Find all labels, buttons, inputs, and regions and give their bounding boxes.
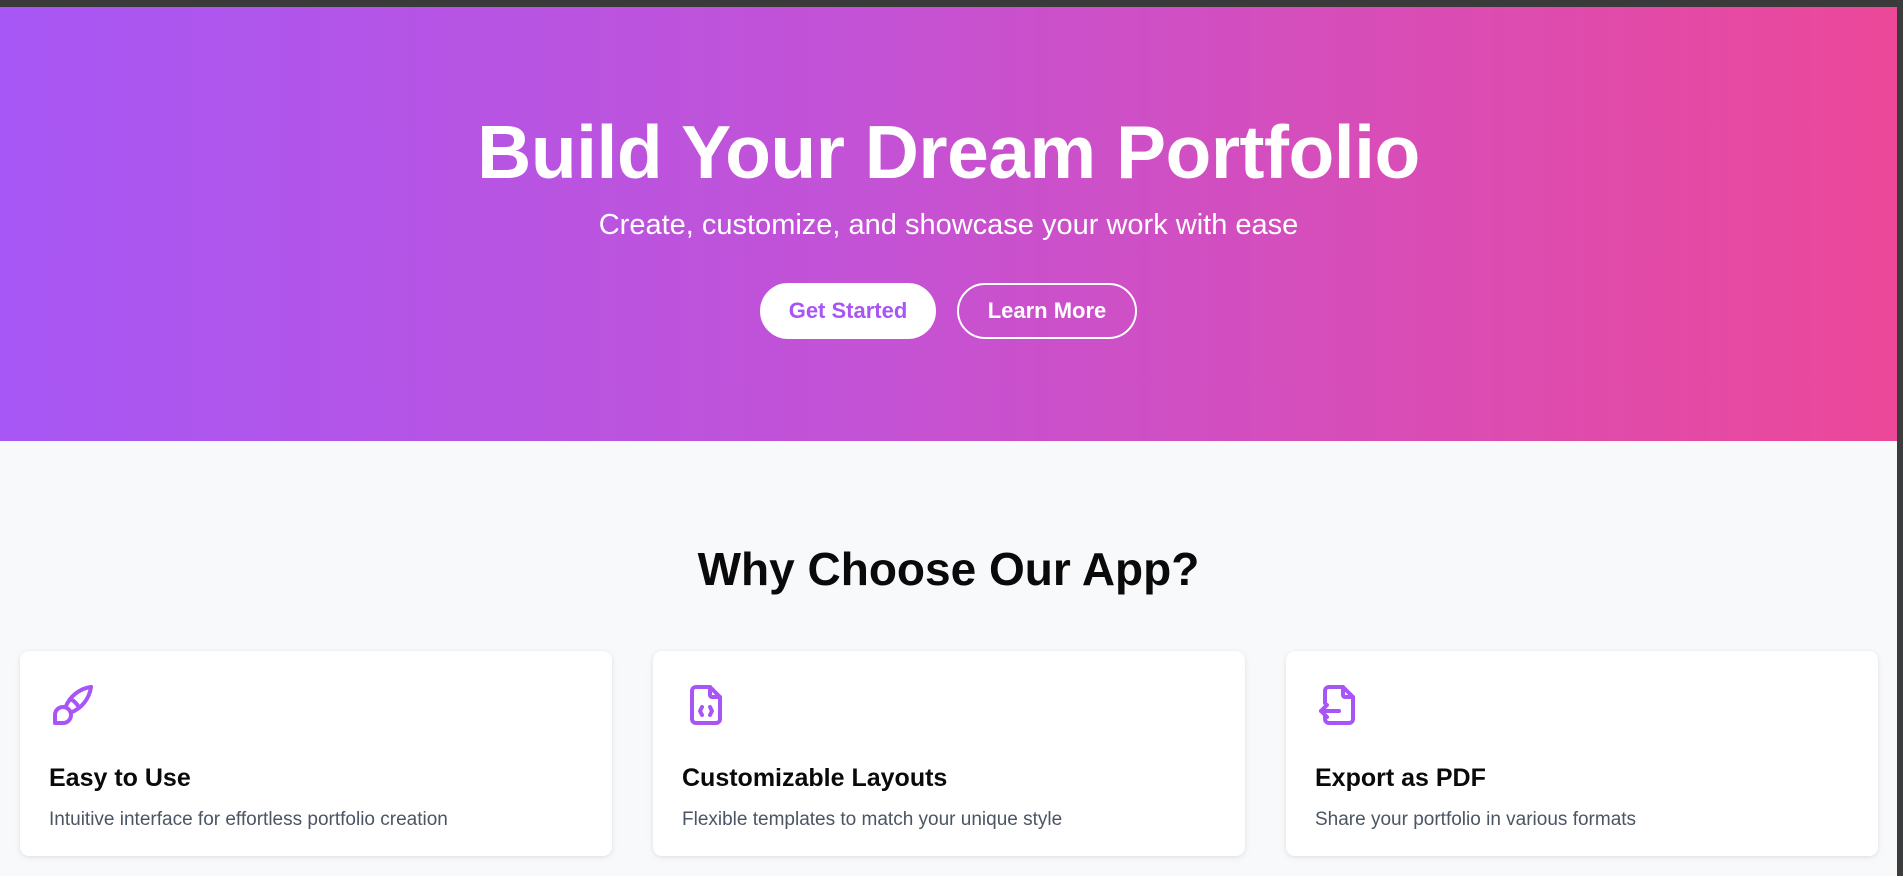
hero-title: Build Your Dream Portfolio	[477, 110, 1420, 194]
file-code-icon	[682, 681, 730, 729]
get-started-button[interactable]: Get Started	[760, 283, 936, 339]
paintbrush-icon	[49, 681, 97, 729]
features-section: Why Choose Our App? Easy to Use Intuitiv…	[0, 441, 1897, 876]
file-export-icon	[1315, 681, 1363, 729]
window-top-edge	[0, 0, 1903, 7]
learn-more-button[interactable]: Learn More	[957, 283, 1137, 339]
feature-description: Flexible templates to match your unique …	[682, 809, 1063, 830]
feature-title: Export as PDF	[1315, 764, 1486, 792]
feature-title: Customizable Layouts	[682, 764, 948, 792]
feature-card-customizable-layouts: Customizable Layouts Flexible templates …	[653, 651, 1245, 856]
hero-buttons: Get Started Learn More	[0, 283, 1897, 339]
feature-description: Share your portfolio in various formats	[1315, 809, 1637, 830]
hero-section: Build Your Dream Portfolio Create, custo…	[0, 7, 1897, 441]
window-right-edge	[1897, 0, 1903, 876]
features-title: Why Choose Our App?	[697, 543, 1200, 595]
feature-card-export-as-pdf: Export as PDF Share your portfolio in va…	[1286, 651, 1878, 856]
hero-subtitle: Create, customize, and showcase your wor…	[598, 209, 1299, 241]
page: Build Your Dream Portfolio Create, custo…	[0, 0, 1903, 876]
feature-description: Intuitive interface for effortless portf…	[49, 809, 448, 830]
feature-title: Easy to Use	[49, 764, 191, 792]
feature-card-easy-to-use: Easy to Use Intuitive interface for effo…	[20, 651, 612, 856]
